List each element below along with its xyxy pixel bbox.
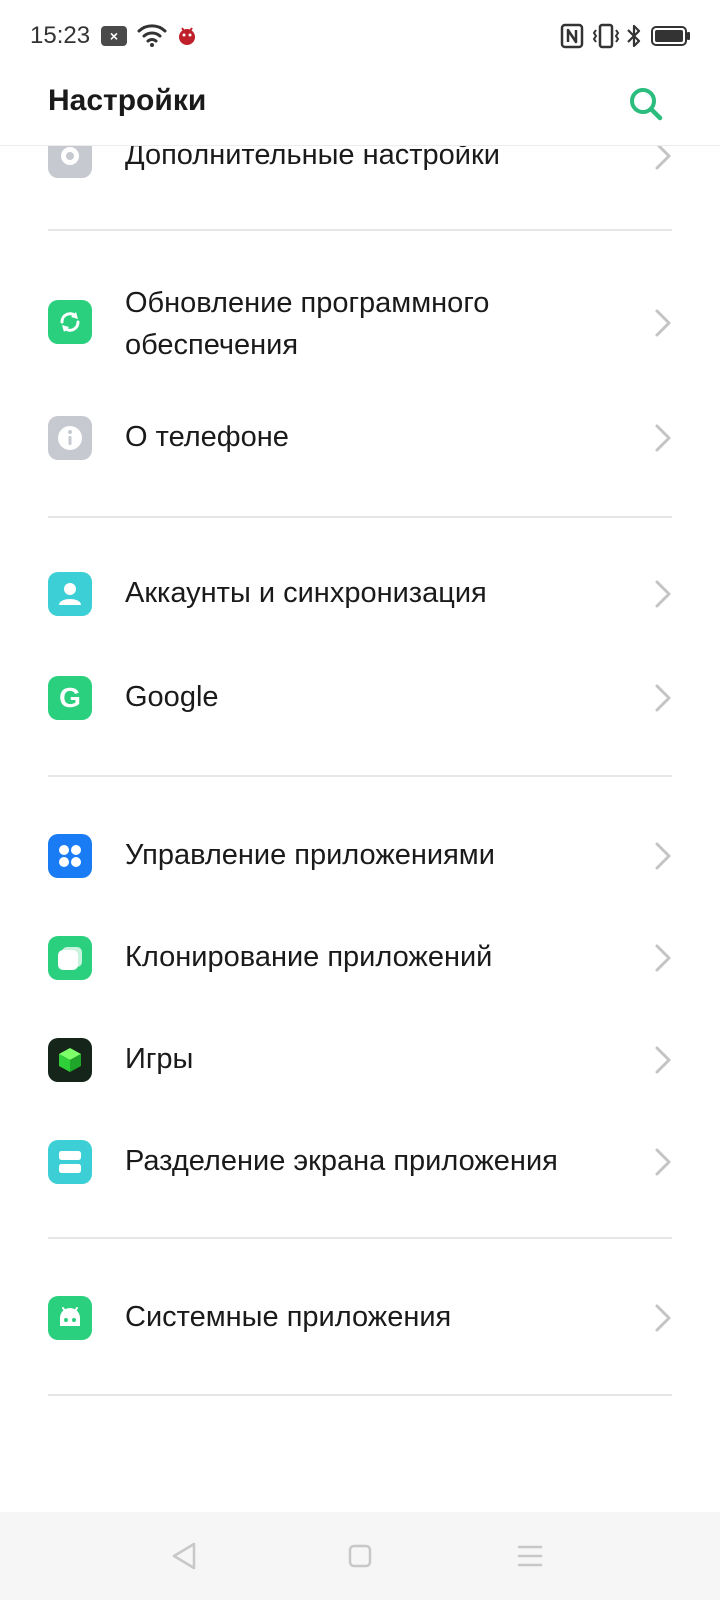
settings-item-system-apps[interactable]: Системные приложения (0, 1268, 720, 1368)
back-icon[interactable] (166, 1536, 206, 1576)
apps-grid-icon (48, 834, 92, 878)
chevron-right-icon (655, 684, 671, 712)
settings-item-software-update[interactable]: Обновление программного обеспечения (0, 272, 720, 376)
google-glyph: G (59, 682, 81, 713)
info-icon (48, 416, 92, 460)
status-bar: 15:23 × (0, 0, 720, 72)
chevron-right-icon (655, 1148, 671, 1176)
status-time: 15:23 (30, 22, 91, 49)
settings-item-split-screen[interactable]: Разделение экрана приложения (0, 1112, 720, 1212)
settings-item-app-management[interactable]: Управление приложениями (0, 806, 720, 906)
update-icon (48, 300, 92, 344)
home-icon[interactable] (340, 1536, 380, 1576)
settings-item-label: Системные приложения (125, 1301, 452, 1333)
settings-list[interactable]: Дополнительные настройки Обновление прог… (0, 0, 720, 1500)
settings-item-label-line2: обеспечения (125, 329, 299, 361)
search-icon[interactable] (624, 82, 668, 126)
chevron-right-icon (655, 424, 671, 452)
chevron-right-icon (655, 1304, 671, 1332)
split-screen-icon (48, 1140, 92, 1184)
settings-item-google[interactable]: G Google (0, 648, 720, 748)
bug-icon (179, 27, 195, 45)
settings-item-about-phone[interactable]: О телефоне (0, 386, 720, 486)
settings-item-label: Аккаунты и синхронизация (125, 577, 487, 609)
page-title: Настройки (48, 84, 207, 117)
cube-icon (48, 1038, 92, 1082)
android-icon (48, 1296, 92, 1340)
section-divider (48, 229, 672, 231)
vibrate-icon (592, 23, 620, 49)
settings-item-label: Разделение экрана приложения (125, 1145, 558, 1177)
app-header: Настройки (0, 72, 720, 146)
chevron-right-icon (655, 944, 671, 972)
section-divider (48, 1394, 672, 1396)
chevron-right-icon (655, 842, 671, 870)
google-icon: G (48, 676, 92, 720)
chevron-right-icon (655, 309, 671, 337)
settings-item-accounts[interactable]: Аккаунты и синхронизация (0, 544, 720, 644)
settings-item-games[interactable]: Игры (0, 1010, 720, 1110)
settings-item-label: О телефоне (125, 421, 289, 453)
person-icon (48, 572, 92, 616)
section-divider (48, 1237, 672, 1239)
wifi-icon (137, 24, 167, 47)
chevron-right-icon (655, 580, 671, 608)
settings-item-label: Google (125, 681, 219, 713)
settings-item-label: Игры (125, 1043, 194, 1075)
settings-item-app-cloner[interactable]: Клонирование приложений (0, 908, 720, 1008)
nfc-icon (560, 23, 584, 49)
notification-icon: × (101, 26, 127, 46)
chevron-right-icon (655, 1046, 671, 1074)
settings-item-label: Управление приложениями (125, 839, 495, 871)
clone-icon (48, 936, 92, 980)
recents-menu-icon[interactable] (510, 1536, 550, 1576)
settings-item-label: Обновление программного (125, 287, 490, 319)
settings-item-label: Клонирование приложений (125, 941, 493, 973)
bluetooth-icon (627, 24, 641, 48)
battery-icon (651, 26, 690, 46)
section-divider (48, 516, 672, 518)
navigation-bar (0, 1512, 720, 1600)
section-divider (48, 775, 672, 777)
